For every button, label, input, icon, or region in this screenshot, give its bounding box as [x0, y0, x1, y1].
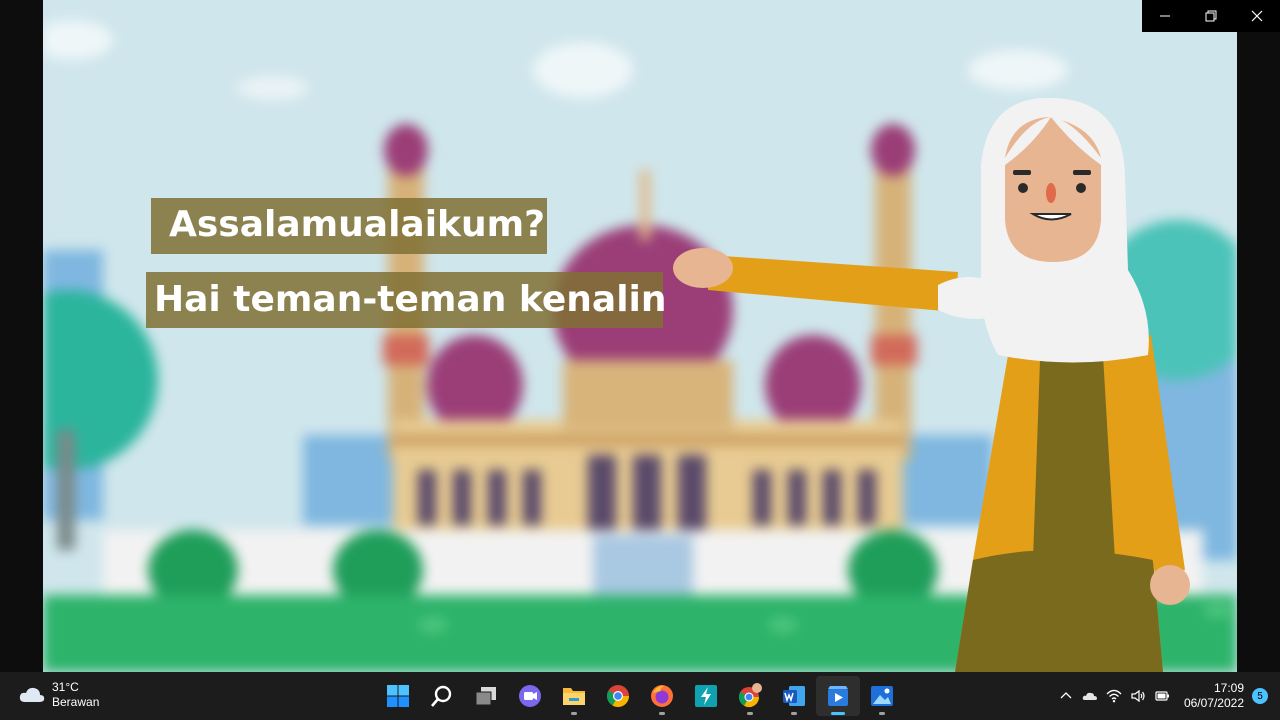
taskbar: 31°C Berawan 17:09 06/07/2022 5 [0, 672, 1280, 720]
lightning-icon [695, 685, 717, 707]
close-icon [1251, 10, 1263, 22]
windows-start-icon [387, 685, 409, 707]
chat-icon [519, 685, 541, 707]
chevron-up-icon [1060, 692, 1072, 699]
window-controls [1142, 0, 1280, 32]
cloud-icon [19, 687, 45, 702]
desktop-screen: Assalamualaikum? Hai teman-teman kenalin… [0, 0, 1280, 720]
chrome-icon [607, 685, 629, 707]
firefox-icon [651, 685, 673, 707]
task-view-button[interactable] [464, 676, 508, 716]
clock-date: 06/07/2022 [1183, 696, 1244, 710]
power-automate-button[interactable] [684, 676, 728, 716]
start-button[interactable] [376, 676, 420, 716]
file-explorer-button[interactable] [552, 676, 596, 716]
running-indicator [571, 712, 577, 715]
media-player-button[interactable] [816, 676, 860, 716]
video-frame[interactable]: Assalamualaikum? Hai teman-teman kenalin [43, 0, 1237, 672]
restore-icon [1205, 10, 1217, 22]
running-indicator [879, 712, 885, 715]
clock-time: 17:09 [1213, 681, 1244, 695]
caption-intro: Hai teman-teman kenalin [146, 272, 667, 328]
onedrive-button[interactable] [1078, 684, 1102, 708]
minimize-icon [1160, 15, 1170, 17]
task-view-icon [475, 687, 496, 706]
active-indicator [831, 712, 845, 715]
onedrive-icon [1082, 692, 1097, 700]
running-indicator [747, 712, 753, 715]
battery-button[interactable] [1150, 684, 1174, 708]
running-indicator [791, 712, 797, 715]
wifi-icon [1106, 689, 1122, 703]
chrome-profile-button[interactable] [728, 676, 772, 716]
clock[interactable]: 17:09 06/07/2022 [1184, 681, 1244, 711]
chrome-button[interactable] [596, 676, 640, 716]
running-indicator [659, 712, 665, 715]
battery-icon [1155, 691, 1169, 701]
search-button[interactable] [420, 676, 464, 716]
weather-condition: Berawan [52, 695, 100, 709]
hijab-character [43, 0, 1237, 672]
chrome-profile-icon [738, 683, 762, 708]
firefox-button[interactable] [640, 676, 684, 716]
notification-badge[interactable]: 5 [1252, 688, 1268, 704]
caption-greeting: Assalamualaikum? [151, 198, 547, 254]
photos-icon [871, 686, 893, 706]
chat-button[interactable] [508, 676, 552, 716]
system-tray: 17:09 06/07/2022 5 [1054, 672, 1280, 720]
media-player-icon [828, 686, 848, 706]
close-button[interactable] [1234, 0, 1280, 32]
show-hidden-icons-button[interactable] [1054, 684, 1078, 708]
weather-temperature: 31°C [52, 680, 79, 694]
restore-button[interactable] [1188, 0, 1234, 32]
weather-widget[interactable]: 31°C Berawan [18, 680, 99, 710]
volume-button[interactable] [1126, 684, 1150, 708]
word-icon [783, 686, 805, 706]
photos-button[interactable] [860, 676, 904, 716]
folder-icon [563, 688, 585, 705]
wifi-button[interactable] [1102, 684, 1126, 708]
volume-icon [1131, 689, 1145, 703]
minimize-button[interactable] [1142, 0, 1188, 32]
taskbar-apps [376, 676, 904, 716]
search-icon [431, 685, 452, 707]
word-button[interactable] [772, 676, 816, 716]
